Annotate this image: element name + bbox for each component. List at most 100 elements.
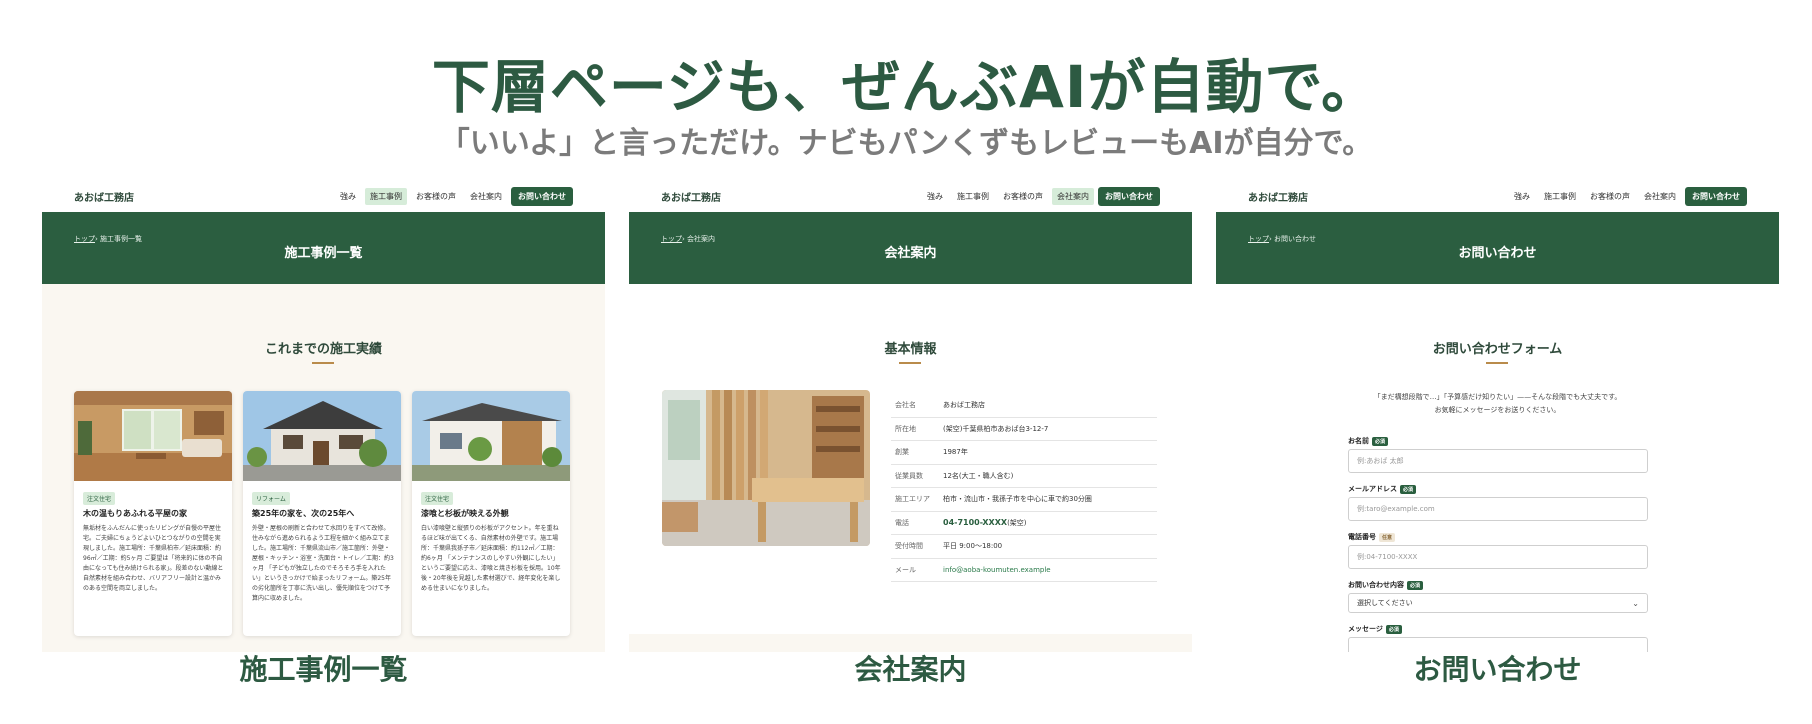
nav-item-strengths[interactable]: 強み — [922, 188, 948, 205]
form-intro-line: お気軽にメッセージをお送りください。 — [1434, 406, 1561, 414]
section-title: 基本情報 — [884, 342, 937, 357]
required-badge: 必須 — [1407, 580, 1424, 590]
page-title: お問い合わせ — [1458, 246, 1537, 261]
info-row: 従業員数 12名(大工・職人含む) — [891, 465, 1157, 488]
required-badge: 必須 — [1400, 484, 1417, 494]
topic-select-value: 選択してください — [1357, 599, 1413, 607]
section-underline — [899, 362, 921, 364]
email-label-text: メールアドレス — [1348, 485, 1397, 493]
nav-contact-button[interactable]: お問い合わせ — [511, 186, 573, 206]
nav-item-voices[interactable]: お客様の声 — [1585, 188, 1635, 205]
company-info-table: 会社名 あおば工務店 所在地 (架空)千葉県柏市あおば台3-12-7 創業 1987年… — [891, 394, 1157, 582]
name-input[interactable]: 例:あおば 太郎 — [1348, 449, 1648, 473]
site-nav: あおば工務店 強み 施工事例 お客様の声 会社案内 お問い合わせ — [42, 180, 605, 212]
email-link[interactable]: info@aoba-koumuten.example — [943, 566, 1051, 574]
nav-item-cases[interactable]: 施工事例 — [1539, 188, 1581, 205]
site-logo[interactable]: あおば工務店 — [74, 189, 335, 204]
message-label-text: メッセージ — [1348, 625, 1383, 633]
name-placeholder: 例:あおば 太郎 — [1357, 457, 1404, 465]
topic-label-text: お問い合わせ内容 — [1348, 581, 1404, 589]
panel-case-studies: あおば工務店 強み 施工事例 お客様の声 会社案内 お問い合わせ トップ› 施工… — [42, 180, 605, 652]
nav-item-cases[interactable]: 施工事例 — [365, 187, 407, 205]
site-logo[interactable]: あおば工務店 — [1248, 189, 1509, 204]
case-photo-house-exterior — [243, 391, 401, 481]
phone-number-link[interactable]: 04-7100-XXXX — [943, 518, 1007, 527]
page-title: 施工事例一覧 — [284, 246, 363, 261]
email-placeholder: 例:taro@example.com — [1357, 505, 1435, 513]
section-underline — [312, 362, 334, 364]
phone-placeholder: 例:04-7100-XXXX — [1357, 553, 1418, 561]
case-card[interactable]: 注文住宅 木の温もりあふれる平屋の家 無垢材をふんだんに使ったリビングが自慢の平… — [74, 391, 232, 636]
case-description: 無垢材をふんだんに使ったリビングが自慢の平屋住宅。ご夫婦にちょうどよいひとつなが… — [83, 525, 224, 592]
case-description: 外壁・屋根の刷新と合わせて水回りをすべて改修。住みながら進められるよう工程を細か… — [252, 525, 394, 602]
section-title: これまでの施工実績 — [264, 342, 382, 357]
page-title: 会社案内 — [884, 246, 937, 261]
case-description: 白い漆喰壁と縦張りの杉板がアクセント。年を重ねるほど味が出てくる、自然素材の外壁… — [421, 525, 561, 592]
email-label: メールアドレス 必須 — [1348, 484, 1417, 494]
nav-item-company[interactable]: 会社案内 — [1639, 188, 1681, 205]
optional-badge: 任意 — [1379, 532, 1396, 542]
site-nav: あおば工務店 強み 施工事例 お客様の声 会社案内 お問い合わせ — [629, 180, 1192, 212]
nav-item-strengths[interactable]: 強み — [335, 188, 361, 205]
case-photo-plaster-house — [412, 391, 570, 481]
page-hero: トップ› 施工事例一覧 施工事例一覧 — [42, 212, 605, 284]
page-hero: トップ› 会社案内 会社案内 — [629, 212, 1192, 284]
info-row: 受付時間 平日 9:00〜18:00 — [891, 535, 1157, 559]
nav-item-strengths[interactable]: 強み — [1509, 188, 1535, 205]
topic-label: お問い合わせ内容 必須 — [1348, 580, 1424, 590]
company-section: 基本情報 会社名 あおば工務店 所在地 (架空)千葉県柏市あおば台3-12-7 … — [629, 284, 1192, 652]
info-value: 1987年 — [943, 448, 968, 457]
info-label: 創業 — [895, 448, 909, 457]
phone-label-text: 電話番号 — [1348, 533, 1376, 541]
case-card[interactable]: 注文住宅 漆喰と杉板が映える外観 白い漆喰壁と縦張りの杉板がアクセント。年を重ね… — [412, 391, 570, 636]
info-value: 12名(大工・職人含む) — [943, 471, 1014, 480]
case-title: 木の温もりあふれる平屋の家 — [83, 509, 187, 518]
email-input[interactable]: 例:taro@example.com — [1348, 497, 1648, 521]
info-label: 施工エリア — [895, 495, 930, 504]
contact-form-section: お問い合わせフォーム 「まだ構想段階で…」「予算感だけ知りたい」——そんな段階で… — [1216, 284, 1779, 652]
nav-item-voices[interactable]: お客様の声 — [998, 188, 1048, 205]
name-label: お名前 必須 — [1348, 436, 1389, 446]
info-row: 創業 1987年 — [891, 441, 1157, 465]
case-tag: 注文住宅 — [421, 492, 454, 505]
case-title: 築25年の家を、次の25年へ — [252, 509, 355, 518]
case-card[interactable]: リフォーム 築25年の家を、次の25年へ 外壁・屋根の刷新と合わせて水回りをすべ… — [243, 391, 401, 636]
nav-item-cases[interactable]: 施工事例 — [952, 188, 994, 205]
nav-item-voices[interactable]: お客様の声 — [411, 188, 461, 205]
caption-contact: お問い合わせ — [1413, 653, 1582, 686]
caption-company: 会社案内 — [854, 653, 967, 686]
info-label: 従業員数 — [895, 471, 923, 480]
name-label-text: お名前 — [1348, 437, 1369, 445]
phone-note: (架空) — [1007, 518, 1027, 527]
page-hero: トップ› お問い合わせ お問い合わせ — [1216, 212, 1779, 284]
case-title: 漆喰と杉板が映える外観 — [421, 509, 509, 518]
nav-item-company[interactable]: 会社案内 — [1052, 187, 1094, 205]
topic-select[interactable]: 選択してください ⌄ — [1348, 593, 1648, 613]
caption-case-studies: 施工事例一覧 — [239, 653, 408, 686]
phone-label: 電話番号 任意 — [1348, 532, 1396, 542]
case-photo-living-room — [74, 391, 232, 481]
nav-contact-button[interactable]: お問い合わせ — [1685, 186, 1747, 206]
info-label: 所在地 — [895, 424, 916, 433]
panel-contact: あおば工務店 強み 施工事例 お客様の声 会社案内 お問い合わせ トップ› お問… — [1216, 180, 1779, 652]
info-row: メール info@aoba-koumuten.example — [891, 559, 1157, 582]
cases-section: これまでの施工実績 注文住宅 木の温もりあふれる平屋の家 無垢材をふんだんに使っ… — [42, 284, 605, 652]
section-title: お問い合わせフォーム — [1432, 342, 1563, 357]
nav-item-company[interactable]: 会社案内 — [465, 188, 507, 205]
case-tag: 注文住宅 — [83, 492, 116, 505]
info-label: 電話 — [895, 518, 909, 527]
info-value: あおば工務店 — [943, 401, 985, 410]
message-label: メッセージ 必須 — [1348, 624, 1402, 634]
nav-contact-button[interactable]: お問い合わせ — [1098, 186, 1160, 206]
site-logo[interactable]: あおば工務店 — [661, 189, 922, 204]
phone-input[interactable]: 例:04-7100-XXXX — [1348, 545, 1648, 569]
info-value: (架空)千葉県柏市あおば台3-12-7 — [943, 424, 1049, 433]
info-value: 柏市・流山市・我孫子市を中心に車で約30分圏 — [943, 495, 1092, 504]
section-underline — [1486, 362, 1508, 364]
form-intro-line: 「まだ構想段階で…」「予算感だけ知りたい」——そんな段階でも大丈夫です。 — [1373, 393, 1622, 401]
site-nav: あおば工務店 強み 施工事例 お客様の声 会社案内 お問い合わせ — [1216, 180, 1779, 212]
info-label: 受付時間 — [895, 542, 923, 551]
required-badge: 必須 — [1372, 436, 1389, 446]
form-intro: 「まだ構想段階で…」「予算感だけ知りたい」——そんな段階でも大丈夫です。 お気軽… — [1216, 391, 1779, 417]
info-row: 会社名 あおば工務店 — [891, 394, 1157, 418]
